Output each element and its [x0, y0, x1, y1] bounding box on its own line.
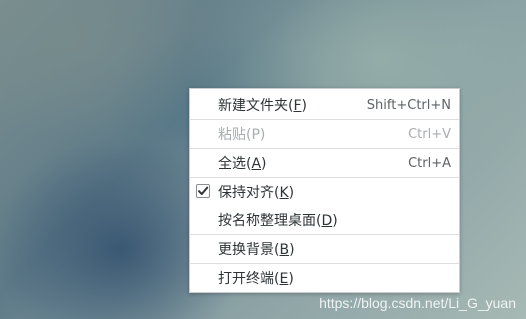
menu-item-label: 更换背景(B) [218, 242, 295, 258]
menu-item-label: 按名称整理桌面(D) [218, 213, 338, 229]
menu-item-label: 保持对齐(K) [218, 185, 295, 201]
checkbox-checked-icon[interactable] [196, 184, 210, 198]
menu-item-paste[interactable]: 粘贴(P) Ctrl+V [190, 120, 459, 149]
menu-item-keep-aligned[interactable]: 保持对齐(K) [190, 178, 459, 206]
checkmark-icon [198, 186, 209, 195]
menu-item-change-background[interactable]: 更换背景(B) [190, 235, 459, 264]
menu-item-organize-desktop-by-name[interactable]: 按名称整理桌面(D) [190, 206, 459, 235]
shortcut-label: Shift+Ctrl+N [366, 97, 451, 113]
menu-item-label: 打开终端(E) [218, 271, 294, 287]
menu-item-label: 新建文件夹(F) [218, 98, 307, 114]
menu-item-select-all[interactable]: 全选(A) Ctrl+A [190, 149, 459, 178]
shortcut-label: Ctrl+V [408, 126, 451, 142]
menu-item-label: 粘贴(P) [218, 127, 266, 143]
watermark-text: https://blog.csdn.net/Li_G_yuan [319, 295, 516, 311]
menu-item-new-folder[interactable]: 新建文件夹(F) Shift+Ctrl+N [190, 91, 459, 120]
menu-item-label: 全选(A) [218, 156, 267, 172]
shortcut-label: Ctrl+A [408, 155, 451, 171]
menu-item-open-terminal[interactable]: 打开终端(E) [190, 264, 459, 292]
desktop-context-menu: 新建文件夹(F) Shift+Ctrl+N 粘贴(P) Ctrl+V 全选(A)… [189, 88, 460, 293]
